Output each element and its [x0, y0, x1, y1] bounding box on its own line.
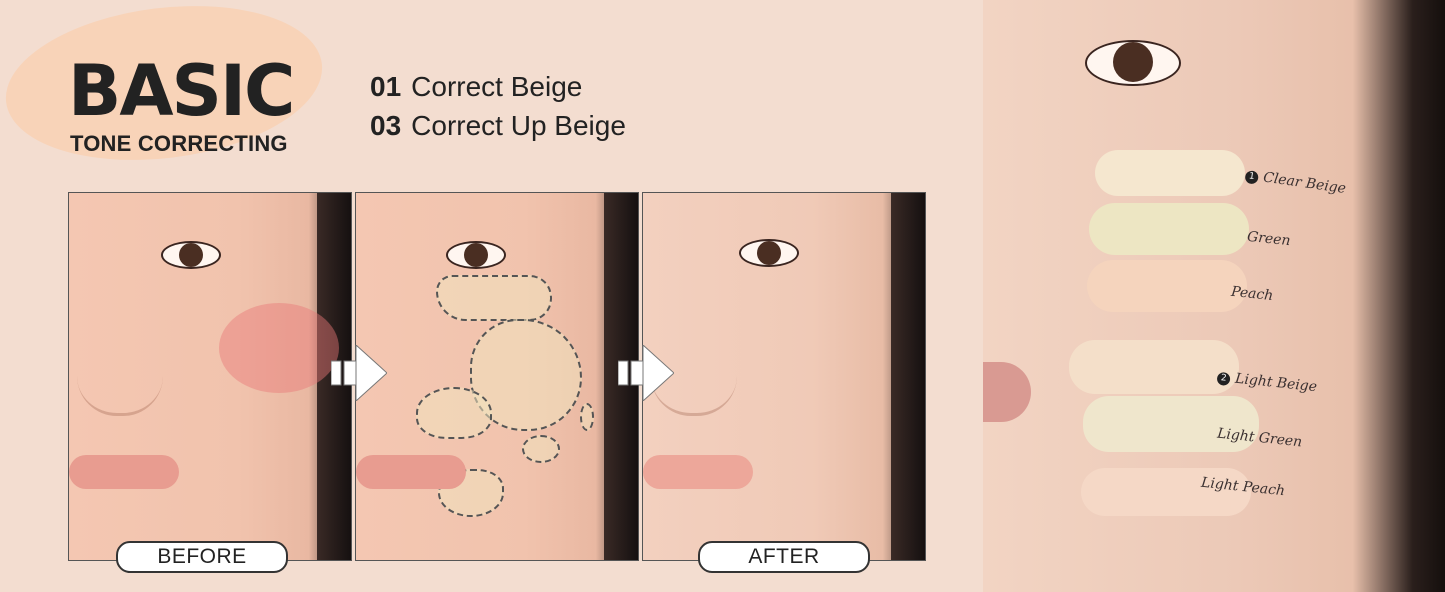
title-sub: TONE CORRECTING	[70, 131, 288, 156]
lips	[69, 455, 179, 489]
swatch-photo: 1 Clear Beige Green Peach 2 Light Beige Li…	[983, 0, 1445, 592]
swatch-peach	[1087, 260, 1247, 312]
correction-area	[580, 403, 594, 431]
hair	[891, 193, 925, 560]
swatch-label: 1 Clear Beige	[1244, 167, 1347, 197]
after-photo	[642, 192, 926, 561]
eye	[446, 241, 506, 269]
correction-area	[522, 435, 560, 463]
product-number: 01	[370, 71, 402, 102]
before-label: BEFORE	[116, 541, 288, 573]
swatch-label: Green	[1246, 228, 1292, 250]
redness	[219, 303, 339, 393]
product-name: Correct Up Beige	[411, 110, 626, 141]
swatch-clear-beige	[1095, 150, 1245, 196]
lips	[356, 455, 466, 489]
swatch-number: 2	[1216, 371, 1231, 387]
arrow-right-icon	[618, 345, 674, 401]
arrow-right-icon	[331, 345, 387, 401]
lips	[983, 362, 1031, 422]
title-main: BASIC	[68, 50, 295, 132]
product-item-1: 01 Correct Beige	[370, 73, 582, 101]
swatch-green	[1089, 203, 1249, 255]
swatch-label: 2 Light Beige	[1216, 369, 1318, 395]
application-photo	[355, 192, 639, 561]
product-item-2: 03 Correct Up Beige	[370, 112, 626, 140]
correction-area	[436, 275, 552, 321]
product-number: 03	[370, 110, 402, 141]
eye	[161, 241, 221, 269]
lips	[643, 455, 753, 489]
swatch-light-green	[1083, 396, 1259, 452]
eye	[1085, 40, 1181, 86]
before-photo	[68, 192, 352, 561]
correction-area	[416, 387, 492, 439]
swatch-light-beige	[1069, 340, 1239, 394]
swatch-number: 1	[1244, 170, 1260, 185]
after-label: AFTER	[698, 541, 870, 573]
nose	[77, 333, 163, 416]
eye	[739, 239, 799, 267]
product-name: Correct Beige	[411, 71, 583, 102]
